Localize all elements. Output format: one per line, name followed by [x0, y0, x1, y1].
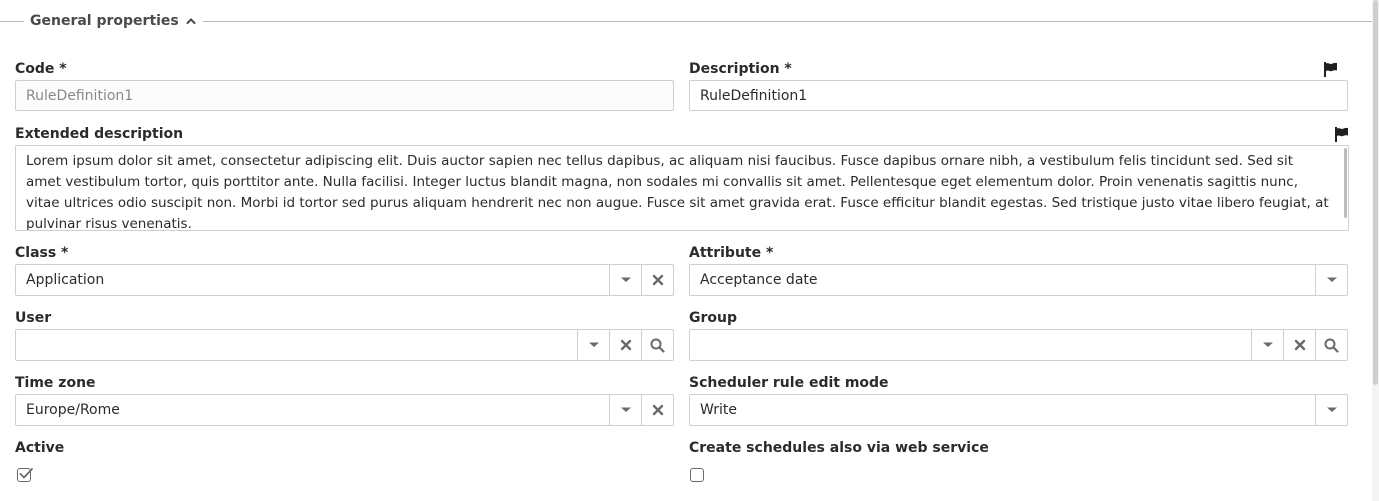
user-value[interactable]	[16, 330, 577, 360]
close-icon	[1294, 339, 1305, 351]
attribute-label: Attribute *	[689, 245, 774, 261]
chevron-down-icon	[1326, 407, 1337, 412]
flag-icon[interactable]	[1333, 126, 1349, 142]
time-zone-combo[interactable]: Europe/Rome	[15, 394, 674, 426]
class-clear-button[interactable]	[641, 265, 673, 295]
flag-icon[interactable]	[1322, 61, 1338, 77]
scheduler-rule-edit-mode-label: Scheduler rule edit mode	[689, 375, 889, 391]
group-dropdown-button[interactable]	[1251, 330, 1283, 360]
group-combo[interactable]	[689, 329, 1348, 361]
search-icon	[650, 338, 665, 353]
page-scrollbar-thumb[interactable]	[1373, 0, 1378, 385]
chevron-up-icon	[185, 15, 197, 27]
user-search-button[interactable]	[641, 330, 673, 360]
create-schedules-web-service-checkbox[interactable]	[690, 468, 704, 482]
close-icon	[620, 339, 631, 351]
chevron-down-icon	[588, 342, 599, 347]
active-checkbox[interactable]	[17, 468, 33, 482]
code-label: Code *	[15, 61, 67, 77]
time-zone-value[interactable]: Europe/Rome	[16, 395, 609, 425]
extended-description-text: Lorem ipsum dolor sit amet, consectetur …	[26, 153, 1329, 231]
user-label: User	[15, 310, 52, 326]
create-schedules-web-service-label: Create schedules also via web service	[689, 440, 989, 456]
time-zone-clear-button[interactable]	[641, 395, 673, 425]
group-search-button[interactable]	[1315, 330, 1347, 360]
group-clear-button[interactable]	[1283, 330, 1315, 360]
scheduler-rule-edit-mode-combo[interactable]: Write	[689, 394, 1348, 426]
chevron-down-icon	[620, 407, 631, 412]
extended-description-textarea[interactable]: Lorem ipsum dolor sit amet, consectetur …	[15, 145, 1349, 231]
class-dropdown-button[interactable]	[609, 265, 641, 295]
section-toggle[interactable]: General properties	[24, 11, 203, 31]
scheduler-rule-edit-mode-dropdown-button[interactable]	[1315, 395, 1347, 425]
attribute-dropdown-button[interactable]	[1315, 265, 1347, 295]
user-clear-button[interactable]	[609, 330, 641, 360]
time-zone-dropdown-button[interactable]	[609, 395, 641, 425]
attribute-value[interactable]: Acceptance date	[690, 265, 1315, 295]
textarea-scrollbar[interactable]	[1344, 148, 1347, 218]
close-icon	[652, 274, 663, 286]
user-dropdown-button[interactable]	[577, 330, 609, 360]
description-field[interactable]: RuleDefinition1	[689, 80, 1348, 111]
section-divider	[0, 21, 1372, 22]
description-label: Description *	[689, 61, 792, 77]
group-value[interactable]	[690, 330, 1251, 360]
check-icon	[19, 468, 33, 479]
class-combo[interactable]: Application	[15, 264, 674, 296]
class-value[interactable]: Application	[16, 265, 609, 295]
active-label: Active	[15, 440, 65, 456]
code-field[interactable]: RuleDefinition1	[15, 80, 674, 111]
user-combo[interactable]	[15, 329, 674, 361]
attribute-combo[interactable]: Acceptance date	[689, 264, 1348, 296]
section-title: General properties	[30, 13, 179, 29]
chevron-down-icon	[1262, 342, 1273, 347]
extended-description-label: Extended description	[15, 126, 184, 142]
page-scrollbar[interactable]	[1372, 0, 1379, 501]
chevron-down-icon	[620, 277, 631, 282]
search-icon	[1324, 338, 1339, 353]
close-icon	[652, 404, 663, 416]
general-properties-panel: General properties Code * RuleDefinition…	[0, 0, 1379, 501]
group-label: Group	[689, 310, 738, 326]
time-zone-label: Time zone	[15, 375, 96, 391]
class-label: Class *	[15, 245, 69, 261]
scheduler-rule-edit-mode-value[interactable]: Write	[690, 395, 1315, 425]
chevron-down-icon	[1326, 277, 1337, 282]
